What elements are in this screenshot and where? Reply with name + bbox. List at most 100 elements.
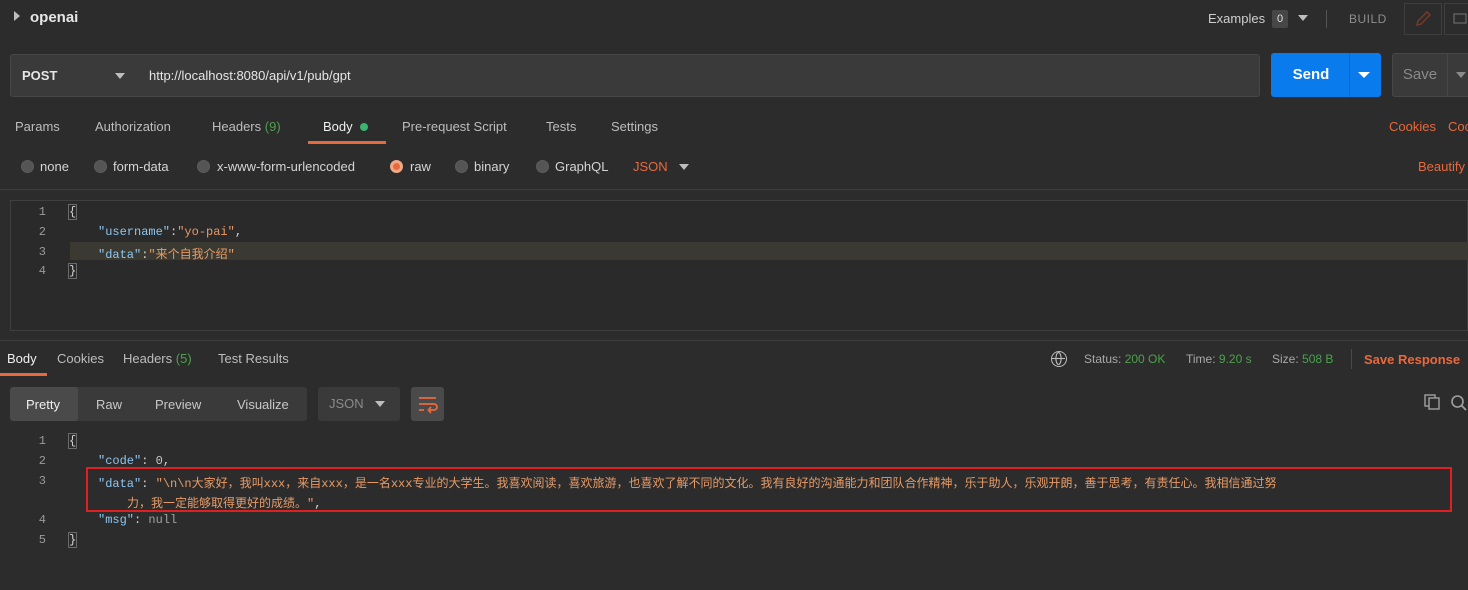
tab-headers[interactable]: Headers (9) [212, 119, 281, 134]
url-input[interactable] [137, 54, 1260, 97]
radio-graphql[interactable] [536, 160, 549, 173]
response-tab-body[interactable]: Body [7, 351, 37, 366]
radio-raw-label[interactable]: raw [410, 159, 431, 174]
tab-settings[interactable]: Settings [611, 119, 658, 134]
body-indicator-dot [360, 123, 368, 131]
size-value: 508 B [1302, 352, 1334, 366]
code-line: "msg": null [98, 513, 178, 527]
active-tab-underline [308, 141, 386, 144]
divider [0, 189, 1468, 190]
build-mode-label[interactable]: BUILD [1349, 12, 1387, 26]
line-number: 1 [38, 434, 46, 448]
chevron-down-icon[interactable] [1298, 15, 1308, 21]
open-brace: { [67, 433, 78, 449]
divider [0, 340, 1468, 341]
radio-binary-label[interactable]: binary [474, 159, 509, 174]
radio-graphql-label[interactable]: GraphQL [555, 159, 608, 174]
save-response-button[interactable]: Save Response [1364, 352, 1460, 367]
radio-none-label[interactable]: none [40, 159, 69, 174]
view-preview-button[interactable]: Preview [155, 397, 201, 412]
time-label: Time: [1186, 352, 1216, 366]
json-key: "msg" [98, 513, 135, 527]
time-value: 9.20 s [1218, 352, 1252, 366]
close-brace: } [67, 263, 78, 279]
pencil-icon [1416, 11, 1431, 26]
line-number: 3 [38, 245, 46, 259]
response-format-select[interactable]: JSON [318, 387, 400, 421]
response-tab-headers[interactable]: Headers (5) [123, 351, 192, 366]
request-body-editor[interactable] [10, 200, 1468, 331]
size-label: Size: [1272, 352, 1299, 366]
tab-tests[interactable]: Tests [546, 119, 576, 134]
chevron-down-icon[interactable] [679, 164, 689, 170]
view-visualize-button[interactable]: Visualize [237, 397, 289, 412]
response-tab-headers-count: (5) [175, 351, 192, 366]
wrap-icon [419, 397, 438, 414]
radio-urlencoded-label[interactable]: x-www-form-urlencoded [217, 159, 355, 174]
response-tab-headers-label: Headers [123, 351, 173, 366]
comments-button[interactable] [1444, 3, 1468, 35]
edit-button[interactable] [1404, 3, 1442, 35]
open-brace: { [67, 204, 78, 220]
comment-icon [1453, 13, 1467, 24]
tab-prerequest-script[interactable]: Pre-request Script [402, 119, 507, 134]
active-tab-underline [0, 373, 47, 376]
response-tab-test-results[interactable]: Test Results [218, 351, 289, 366]
code-line: "data":"来个自我介绍" [98, 248, 235, 262]
radio-raw[interactable] [390, 160, 403, 173]
chevron-down-icon [375, 401, 385, 407]
json-key: "username" [98, 225, 171, 239]
wrap-lines-button[interactable] [411, 387, 444, 421]
highlight-annotation-box [86, 467, 1452, 512]
radio-form-data-label[interactable]: form-data [113, 159, 169, 174]
line-number: 2 [38, 454, 46, 468]
copy-icon[interactable] [1424, 394, 1440, 410]
line-number: 4 [38, 264, 46, 278]
code-link[interactable]: Coc [1448, 119, 1468, 134]
search-icon[interactable] [1450, 394, 1468, 412]
line-number: 5 [38, 533, 46, 547]
json-key: "data" [98, 248, 142, 262]
chevron-down-icon[interactable] [115, 73, 125, 79]
radio-form-data[interactable] [94, 160, 107, 173]
cookies-link[interactable]: Cookies [1389, 119, 1436, 134]
tab-params[interactable]: Params [15, 119, 60, 134]
status-value: 200 OK [1124, 352, 1166, 366]
json-string: "来个自我介绍" [148, 248, 235, 262]
line-number: 2 [38, 225, 46, 239]
view-raw-button[interactable]: Raw [96, 397, 122, 412]
save-button[interactable]: Save [1392, 53, 1448, 97]
divider [1326, 10, 1327, 28]
beautify-link[interactable]: Beautify [1418, 159, 1465, 174]
json-null: null [148, 513, 178, 527]
divider [1351, 349, 1352, 369]
json-number: 0 [155, 454, 163, 468]
view-pretty-label[interactable]: Pretty [26, 397, 60, 412]
line-number: 3 [38, 474, 46, 488]
send-button[interactable]: Send [1271, 53, 1351, 97]
json-string: "yo-pai" [177, 225, 235, 239]
json-key: "code" [98, 454, 142, 468]
examples-button[interactable]: Examples [1208, 11, 1265, 26]
radio-binary[interactable] [455, 160, 468, 173]
code-line: "code": 0, [98, 454, 171, 468]
status-readout: Status: 200 OK [1084, 352, 1165, 366]
time-readout: Time: 9.20 s [1186, 352, 1252, 366]
body-format-select[interactable]: JSON [633, 159, 668, 174]
chevron-down-icon [1358, 72, 1370, 78]
tab-headers-count: (9) [264, 119, 281, 134]
globe-icon[interactable] [1051, 351, 1067, 367]
response-tab-cookies[interactable]: Cookies [57, 351, 104, 366]
tab-authorization[interactable]: Authorization [95, 119, 171, 134]
method-label: POST [22, 68, 58, 83]
caret-right-icon[interactable] [14, 11, 20, 21]
current-line-highlight [70, 242, 1468, 260]
examples-count-badge: 0 [1272, 10, 1288, 28]
radio-none[interactable] [21, 160, 34, 173]
tab-body[interactable]: Body [323, 119, 353, 134]
collection-name[interactable]: openai [30, 9, 78, 26]
close-brace: } [67, 532, 78, 548]
line-number: 4 [38, 513, 46, 527]
code-line: "username":"yo-pai", [98, 225, 243, 239]
radio-urlencoded[interactable] [197, 160, 210, 173]
